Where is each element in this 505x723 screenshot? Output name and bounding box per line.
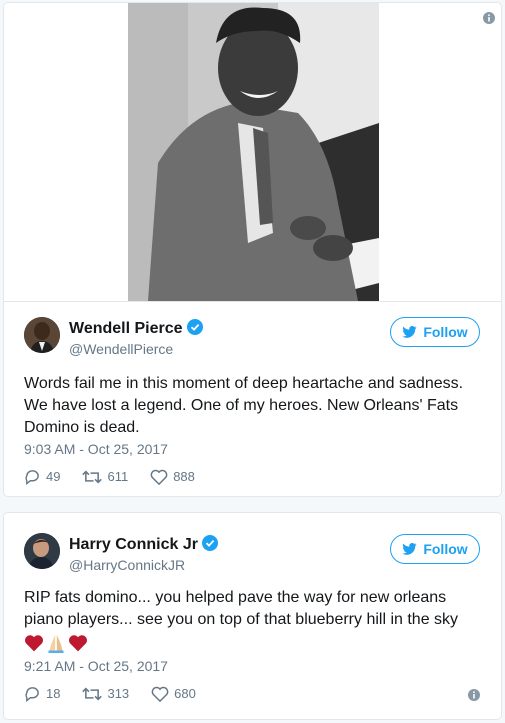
author-name[interactable]: Wendell Pierce	[69, 319, 203, 339]
like-count: 680	[174, 686, 196, 701]
follow-button[interactable]: Follow	[390, 317, 480, 347]
reply-action[interactable]: 49	[24, 468, 60, 485]
tweet-card: Wendell Pierce @WendellPierce Follow Wor…	[3, 2, 502, 497]
retweet-icon	[82, 470, 103, 483]
reply-action[interactable]: 18	[24, 685, 60, 702]
twitter-bird-icon	[402, 543, 418, 555]
tweet-media-photo[interactable]	[128, 3, 379, 301]
author-name-text[interactable]: Wendell Pierce	[69, 320, 183, 337]
avatar-image	[24, 317, 60, 353]
author-name-text[interactable]: Harry Connick Jr	[69, 536, 198, 553]
heart-emoji	[24, 635, 44, 652]
emoji-row	[24, 633, 484, 653]
heart-emoji	[68, 635, 88, 652]
tweet-card: Harry Connick Jr @HarryConnickJR Follow …	[3, 512, 502, 720]
avatar[interactable]	[24, 533, 60, 569]
author-handle[interactable]: @WendellPierce	[69, 340, 173, 358]
author-name[interactable]: Harry Connick Jr	[69, 535, 218, 555]
like-count: 888	[173, 469, 195, 484]
reply-count: 18	[46, 686, 61, 701]
retweet-action[interactable]: 313	[82, 686, 129, 702]
verified-badge-icon	[201, 535, 218, 551]
info-icon[interactable]	[483, 12, 495, 24]
retweet-count: 611	[107, 469, 129, 484]
avatar[interactable]	[24, 317, 60, 353]
twitter-bird-icon	[402, 326, 418, 338]
reply-count: 49	[46, 469, 61, 484]
like-action[interactable]: 888	[150, 469, 195, 485]
folded-hands-emoji	[48, 634, 64, 653]
info-icon[interactable]	[468, 689, 480, 701]
like-icon	[151, 686, 169, 702]
retweet-action[interactable]: 611	[82, 469, 128, 485]
avatar-image	[24, 533, 60, 569]
verified-badge-icon	[186, 319, 203, 335]
follow-button[interactable]: Follow	[390, 534, 480, 564]
author-handle[interactable]: @HarryConnickJR	[69, 556, 185, 574]
follow-label: Follow	[423, 324, 468, 340]
tweet-text-body: RIP fats domino... you helped pave the w…	[24, 589, 459, 628]
follow-label: Follow	[423, 541, 468, 557]
like-action[interactable]: 680	[151, 686, 196, 702]
reply-icon	[25, 687, 39, 702]
retweet-count: 313	[107, 686, 130, 701]
tweet-timestamp[interactable]: 9:21 AM - Oct 25, 2017	[24, 658, 168, 674]
tweet-text: RIP fats domino... you helped pave the w…	[24, 587, 484, 653]
tweet-timestamp[interactable]: 9:03 AM - Oct 25, 2017	[24, 441, 168, 457]
tweet-text: Words fail me in this moment of deep hea…	[24, 375, 464, 436]
reply-icon	[25, 470, 39, 485]
divider	[4, 301, 501, 302]
fats-domino-photo	[128, 3, 379, 301]
like-icon	[150, 469, 168, 485]
tweet-actions: 18 313 680	[24, 685, 218, 702]
tweet-actions: 49 611 888	[24, 468, 217, 485]
retweet-icon	[82, 687, 103, 700]
